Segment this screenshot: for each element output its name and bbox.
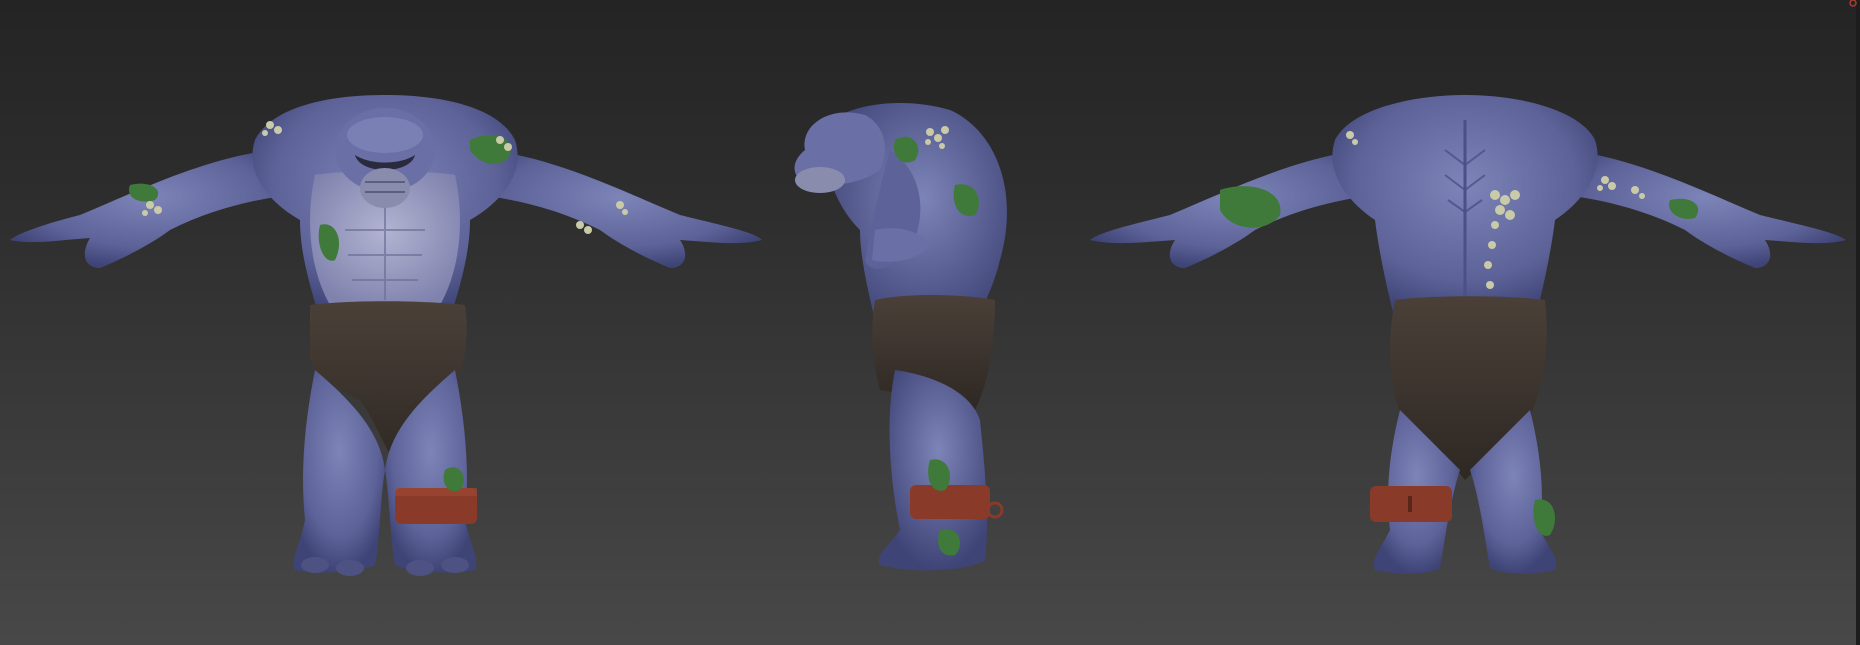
right-arm: [480, 150, 762, 268]
model-back-view[interactable]: [1090, 0, 1860, 645]
close-icon[interactable]: [1848, 0, 1858, 8]
viewport-edge: [1856, 0, 1860, 645]
side-ankle-shackle: [910, 485, 990, 519]
model-side-view[interactable]: [780, 0, 1080, 645]
model-front-view[interactable]: [0, 0, 780, 645]
back-right-arm: [1565, 150, 1846, 268]
3d-viewport[interactable]: [0, 0, 1860, 645]
